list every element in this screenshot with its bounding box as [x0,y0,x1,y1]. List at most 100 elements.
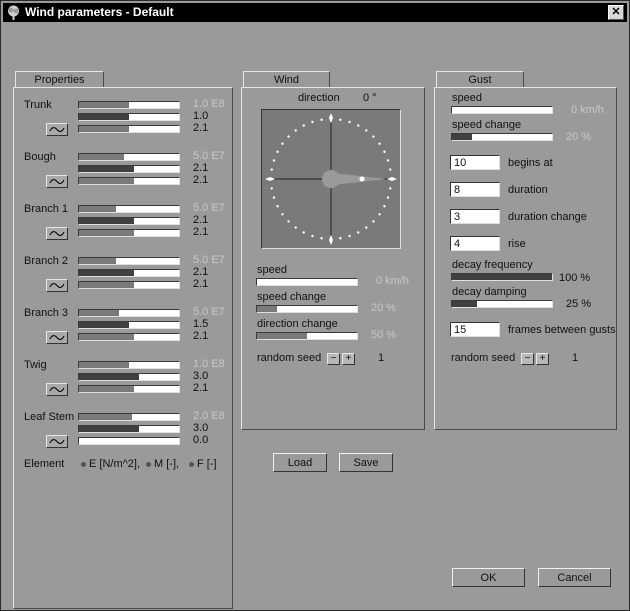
curve-editor-button[interactable] [46,227,68,240]
e-modulus-value: 1.0 E8 [193,98,225,110]
curve-editor-button[interactable] [46,383,68,396]
property-row-name: Trunk [24,99,52,111]
frames-between-gusts-label: frames between gusts [508,324,616,336]
wind-direction-change-value: 50 % [371,329,397,341]
e-modulus-slider[interactable] [78,101,180,109]
e-modulus-slider[interactable] [78,257,180,265]
mass-value: 2.1 [193,214,209,226]
mass-slider[interactable] [78,373,180,381]
curve-editor-button[interactable] [46,279,68,292]
property-row-name: Twig [24,359,47,371]
e-modulus-value: 5.0 E7 [193,306,225,318]
factor-slider[interactable] [78,177,180,185]
factor-slider[interactable] [78,125,180,133]
tab-properties[interactable]: Properties [15,71,104,88]
tab-wind[interactable]: Wind [243,71,330,88]
begins-at-input[interactable]: 10 [450,155,500,170]
close-button[interactable]: ✕ [608,5,624,20]
gust-speed-slider[interactable] [451,106,553,114]
curve-editor-button[interactable] [46,331,68,344]
gust-speed-change-label: speed change [452,119,522,131]
mass-value: 3.0 [193,422,209,434]
decay-damping-value: 25 % [566,298,592,310]
mass-value: 1.5 [193,318,209,330]
property-row-name: Leaf Stem [24,411,75,423]
decay-frequency-slider[interactable] [451,273,553,281]
legend-f: F [-] [189,458,217,470]
rise-input[interactable]: 4 [450,236,500,251]
duration-label: duration [508,184,548,196]
e-modulus-slider[interactable] [78,413,180,421]
e-modulus-slider[interactable] [78,309,180,317]
rise-label: rise [508,238,526,250]
wind-parameters-window: Wind parameters - Default ✕ Properties T… [0,0,630,611]
property-row-name: Branch 2 [24,255,69,267]
gust-random-seed-value: 1 [572,352,579,364]
e-modulus-value: 1.0 E8 [193,358,225,370]
wind-random-seed-value: 1 [378,352,385,364]
duration-change-label: duration change [508,211,587,223]
property-row-name: Branch 3 [24,307,69,319]
save-button[interactable]: Save [339,453,393,472]
mass-value: 3.0 [193,370,209,382]
e-modulus-slider[interactable] [78,361,180,369]
curve-editor-button[interactable] [46,175,68,188]
legend-m: M [-], [146,458,179,470]
gust-speed-value: 0 km/h [571,104,605,116]
e-modulus-slider[interactable] [78,205,180,213]
frames-between-gusts-input[interactable]: 15 [450,322,500,337]
window-title: Wind parameters - Default [25,5,174,19]
factor-slider[interactable] [78,333,180,341]
gust-seed-increment-button[interactable]: + [536,353,549,365]
wind-speed-change-slider[interactable] [256,305,358,313]
mass-value: 2.1 [193,162,209,174]
factor-slider[interactable] [78,229,180,237]
tree-app-icon [8,5,19,20]
legend-f-dot [189,461,194,467]
legend-m-text: M [-], [154,458,180,470]
mass-slider[interactable] [78,269,180,277]
legend-e: E [N/m^2], [81,458,140,470]
mass-slider[interactable] [78,425,180,433]
wave-icon [49,127,65,132]
property-row-name: Bough [24,151,56,163]
gust-speed-change-slider[interactable] [451,133,553,141]
wind-seed-decrement-button[interactable]: − [327,353,340,365]
factor-slider[interactable] [78,281,180,289]
decay-damping-label: decay damping [452,286,527,298]
factor-value: 2.1 [193,382,209,394]
e-modulus-value: 5.0 E7 [193,150,225,162]
factor-value: 0.0 [193,434,209,446]
decay-damping-slider[interactable] [451,300,553,308]
e-modulus-slider[interactable] [78,153,180,161]
wind-speed-slider[interactable] [256,278,358,286]
factor-value: 2.1 [193,330,209,342]
mass-slider[interactable] [78,321,180,329]
begins-at-label: begins at [508,157,553,169]
mass-value: 1.0 [193,110,209,122]
curve-editor-button[interactable] [46,435,68,448]
mass-slider[interactable] [78,165,180,173]
wind-direction-change-slider[interactable] [256,332,358,340]
wind-seed-increment-button[interactable]: + [342,353,355,365]
wind-speed-label: speed [257,264,287,276]
gust-random-seed-label: random seed [451,352,516,364]
duration-change-input[interactable]: 3 [450,209,500,224]
ok-button[interactable]: OK [452,568,525,587]
wave-icon [49,439,65,444]
property-row-name: Branch 1 [24,203,69,215]
wave-icon [49,335,65,340]
gust-seed-decrement-button[interactable]: − [521,353,534,365]
wind-direction-dial[interactable] [261,109,401,249]
mass-slider[interactable] [78,113,180,121]
curve-editor-button[interactable] [46,123,68,136]
cancel-button[interactable]: Cancel [538,568,611,587]
wind-direction-value: 0 ° [363,92,377,104]
mass-slider[interactable] [78,217,180,225]
factor-slider[interactable] [78,437,180,445]
duration-input[interactable]: 8 [450,182,500,197]
tab-gust[interactable]: Gust [436,71,524,88]
factor-slider[interactable] [78,385,180,393]
load-button[interactable]: Load [273,453,327,472]
e-modulus-value: 5.0 E7 [193,254,225,266]
